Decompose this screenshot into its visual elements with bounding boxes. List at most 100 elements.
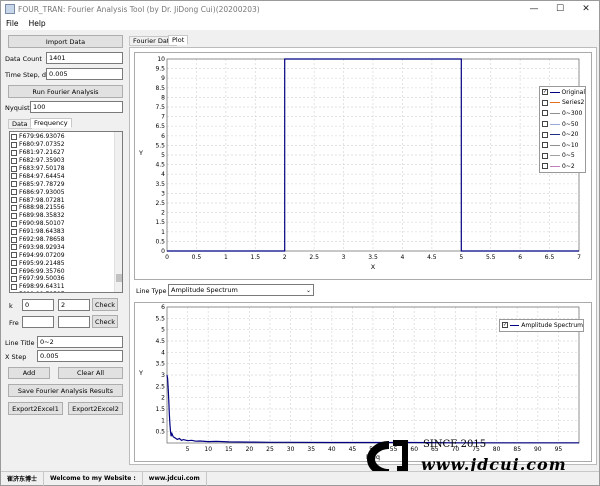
frequency-list-item[interactable]: F689:98.35832	[10, 212, 115, 220]
legend-entry[interactable]: 0~10	[540, 140, 585, 151]
nyquist-input[interactable]: 100	[30, 101, 123, 113]
frequency-list-item[interactable]: F679:96.93076	[10, 133, 115, 141]
frequency-list-item[interactable]: F686:97.93005	[10, 188, 115, 196]
time-step-input[interactable]: 0.005	[46, 68, 123, 80]
legend-entry[interactable]: ✓ Amplitude Spectrum	[500, 320, 583, 331]
frequency-list[interactable]: F679:96.93076 F680:97.07352 F681:97.21627 F…	[9, 131, 123, 293]
close-button[interactable]: ✕	[573, 1, 599, 17]
check-k-button[interactable]: Check	[92, 298, 118, 311]
legend-checkbox[interactable]	[542, 152, 548, 159]
checkbox[interactable]	[11, 173, 17, 180]
checkbox[interactable]	[11, 165, 17, 172]
frequency-list-item[interactable]: F690:98.50107	[10, 220, 115, 228]
frequency-list-item[interactable]: F685:97.78729	[10, 180, 115, 188]
legend-checkbox[interactable]: ✓	[542, 89, 548, 96]
k-from-input[interactable]: 0	[22, 299, 54, 311]
menu-help[interactable]: Help	[24, 19, 51, 28]
frequency-list-item[interactable]: F687:98.07281	[10, 196, 115, 204]
checkbox[interactable]	[11, 236, 17, 243]
add-button[interactable]: Add	[8, 367, 50, 379]
maximize-button[interactable]: ☐	[547, 1, 573, 17]
legend-entry[interactable]: 0~5	[540, 151, 585, 162]
scroll-thumb[interactable]	[116, 274, 122, 282]
checkbox[interactable]	[11, 157, 17, 164]
checkbox[interactable]	[11, 268, 17, 275]
y-tick-label: 4	[161, 349, 165, 356]
checkbox[interactable]	[11, 291, 17, 292]
export-excel2-button[interactable]: Export2Excel2	[68, 402, 123, 415]
import-data-button[interactable]: Import Data	[8, 35, 123, 48]
checkbox[interactable]	[11, 260, 17, 267]
checkbox[interactable]	[11, 133, 17, 140]
clear-all-button[interactable]: Clear All	[58, 367, 123, 379]
legend-checkbox[interactable]	[542, 142, 548, 149]
checkbox[interactable]	[11, 244, 17, 251]
menu-file[interactable]: File	[1, 19, 24, 28]
frequency-list-item[interactable]: F681:97.21627	[10, 149, 115, 157]
frequency-list-item[interactable]: F684:97.64454	[10, 172, 115, 180]
tab-data[interactable]: Data	[8, 119, 32, 129]
legend-entry[interactable]: Series2	[540, 98, 585, 109]
legend-checkbox[interactable]: ✓	[502, 322, 508, 329]
checkbox[interactable]	[11, 149, 17, 156]
frequency-list-item[interactable]: F693:98.92934	[10, 243, 115, 251]
legend-label: Amplitude Spectrum	[521, 321, 583, 329]
legend-checkbox[interactable]	[542, 99, 548, 106]
data-count-input[interactable]: 1401	[46, 52, 123, 64]
legend-entry[interactable]: 0~50	[540, 119, 585, 130]
frequency-list-item[interactable]: F696:99.35760	[10, 267, 115, 275]
frequency-list-item[interactable]: F682:97.35903	[10, 157, 115, 165]
x-step-input[interactable]: 0.005	[37, 350, 123, 362]
checkbox[interactable]	[11, 228, 17, 235]
legend-entry[interactable]: 0~300	[540, 108, 585, 119]
status-website[interactable]: www.jdcui.com	[143, 471, 207, 486]
legend-entry[interactable]: 0~2	[540, 161, 585, 172]
export-excel1-button[interactable]: Export2Excel1	[8, 402, 63, 415]
y-tick-label: 6	[161, 133, 165, 140]
tab-plot[interactable]: Plot	[168, 35, 189, 45]
legend-checkbox[interactable]	[542, 131, 548, 138]
frequency-list-item[interactable]: F680:97.07352	[10, 141, 115, 149]
checkbox[interactable]	[11, 181, 17, 188]
checkbox[interactable]	[11, 275, 17, 282]
list-scrollbar[interactable]	[114, 132, 122, 292]
legend-swatch	[550, 91, 560, 93]
save-results-button[interactable]: Save Fourier Analysis Results	[8, 384, 123, 397]
y-tick-label: 2.5	[155, 200, 165, 207]
frequency-list-item[interactable]: F691:98.64383	[10, 228, 115, 236]
checkbox[interactable]	[11, 220, 17, 227]
frequency-list-item[interactable]: F697:99.50036	[10, 275, 115, 283]
run-fourier-button[interactable]: Run Fourier Analysis	[8, 85, 123, 98]
frequency-list-item[interactable]: F699:99.78587	[10, 291, 115, 292]
fre-to-input[interactable]	[58, 316, 90, 328]
frequency-list-item[interactable]: F698:99.64311	[10, 283, 115, 291]
tab-frequency[interactable]: Frequency	[30, 118, 72, 128]
checkbox[interactable]	[11, 212, 17, 219]
checkbox[interactable]	[11, 204, 17, 211]
line-title-input[interactable]: 0~2	[37, 336, 123, 348]
line-type-select[interactable]: Amplitude Spectrum ⌄	[168, 284, 314, 296]
legend-checkbox[interactable]	[542, 163, 548, 170]
frequency-item-label: F688:98.21556	[19, 204, 65, 212]
legend-entry[interactable]: 0~20	[540, 129, 585, 140]
frequency-list-item[interactable]: F695:99.21485	[10, 259, 115, 267]
x-tick-label: 15	[225, 446, 233, 453]
k-to-input[interactable]: 2	[58, 299, 90, 311]
frequency-list-item[interactable]: F694:99.07209	[10, 251, 115, 259]
legend-entry[interactable]: ✓ Original	[540, 87, 585, 98]
check-fre-button[interactable]: Check	[92, 315, 118, 328]
checkbox[interactable]	[11, 197, 17, 204]
legend-checkbox[interactable]	[542, 110, 548, 117]
checkbox[interactable]	[11, 141, 17, 148]
y-tick-label: 5.5	[155, 315, 165, 322]
legend-checkbox[interactable]	[542, 121, 548, 128]
checkbox[interactable]	[11, 189, 17, 196]
frequency-list-item[interactable]: F683:97.50178	[10, 165, 115, 173]
y-tick-label: 9.5	[155, 66, 165, 73]
frequency-list-item[interactable]: F692:98.78658	[10, 236, 115, 244]
minimize-button[interactable]: —	[521, 1, 547, 17]
fre-from-input[interactable]	[22, 316, 54, 328]
checkbox[interactable]	[11, 283, 17, 290]
checkbox[interactable]	[11, 252, 17, 259]
frequency-list-item[interactable]: F688:98.21556	[10, 204, 115, 212]
